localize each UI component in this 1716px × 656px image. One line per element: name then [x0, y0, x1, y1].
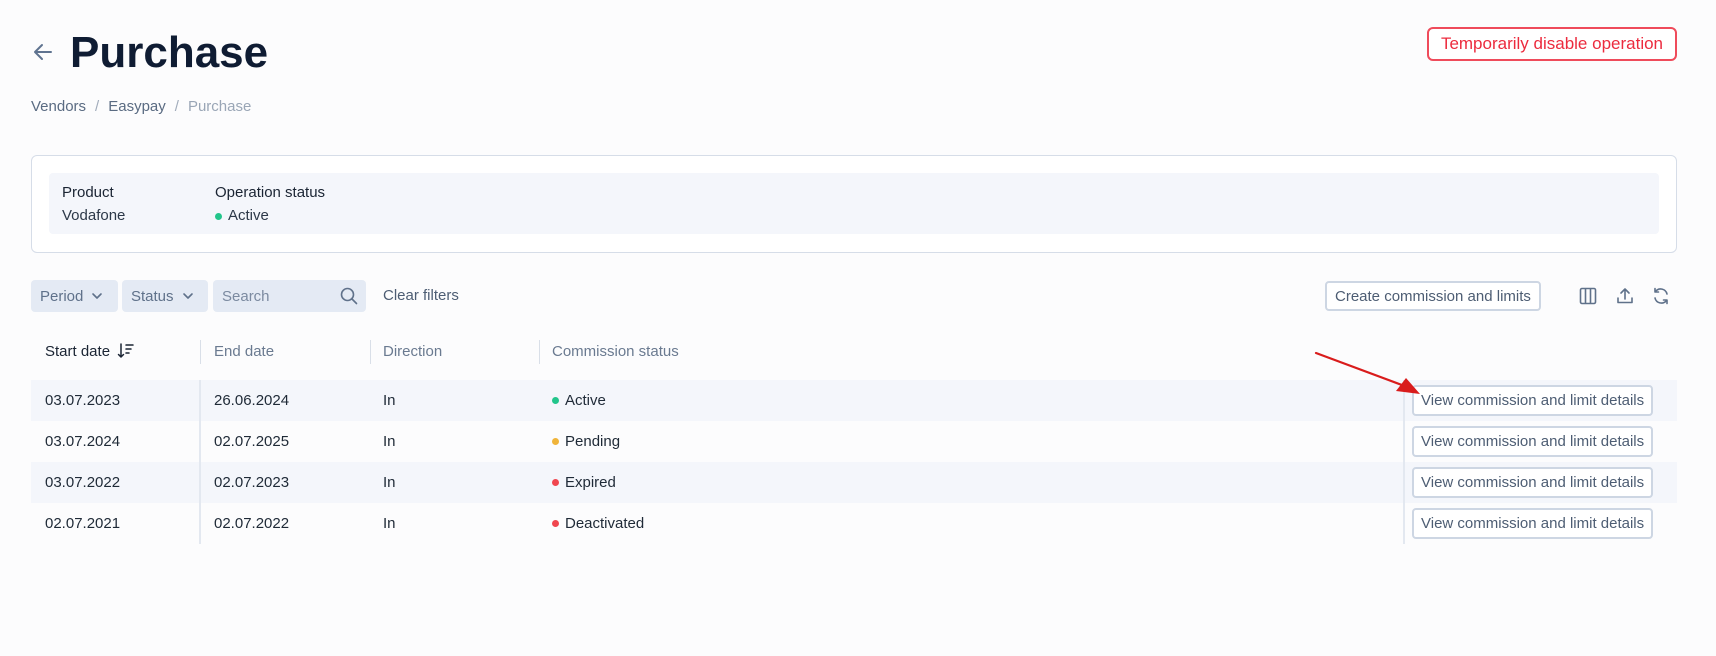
cell-direction: In: [383, 515, 396, 532]
back-button[interactable]: [31, 40, 55, 64]
column-divider: [539, 340, 540, 364]
upload-icon: [1617, 288, 1633, 304]
view-details-button[interactable]: View commission and limit details: [1412, 467, 1654, 498]
columns-icon: [1579, 287, 1597, 305]
filters-bar: Period Status Clear filters Create commi…: [31, 280, 1677, 312]
status-dot-icon: [552, 397, 559, 404]
view-details-button[interactable]: View commission and limit details: [1412, 426, 1654, 457]
temporarily-disable-button[interactable]: Temporarily disable operation: [1426, 27, 1677, 61]
row-divider: [1403, 421, 1405, 462]
cell-commission-status: Active: [552, 380, 606, 421]
column-header-direction[interactable]: Direction: [383, 330, 442, 372]
column-header-label: Start date: [45, 342, 111, 360]
status-filter-label: Status: [131, 287, 174, 305]
chevron-down-icon: [182, 293, 193, 299]
cell-direction: In: [383, 433, 396, 450]
cell-start-date: 03.07.2023: [45, 392, 121, 409]
breadcrumb-item-easypay[interactable]: Easypay: [108, 98, 166, 115]
operation-info-panel: Product Vodafone Operation status Active: [49, 173, 1659, 234]
status-text: Active: [565, 392, 606, 409]
status-dot-icon: [552, 520, 559, 527]
row-divider: [199, 380, 201, 421]
status-text: Expired: [565, 474, 616, 491]
export-button[interactable]: [1615, 286, 1635, 306]
breadcrumb-item-vendors[interactable]: Vendors: [31, 98, 86, 115]
search-button[interactable]: [340, 287, 358, 305]
refresh-button[interactable]: [1651, 286, 1671, 306]
cell-direction: In: [383, 474, 396, 491]
row-divider: [1403, 503, 1405, 544]
cell-start-date: 02.07.2021: [45, 515, 121, 532]
cell-commission-status: Pending: [552, 421, 620, 462]
chevron-down-icon: [92, 293, 103, 299]
column-header-end-date[interactable]: End date: [214, 330, 274, 372]
row-divider: [199, 462, 201, 503]
operation-status-text: Active: [228, 207, 269, 224]
commission-table: Start date End date Direction Commission…: [31, 330, 1677, 544]
column-header-label: Commission status: [552, 342, 679, 360]
create-commission-button[interactable]: Create commission and limits: [1325, 281, 1541, 311]
cell-end-date: 02.07.2025: [214, 433, 290, 450]
status-filter[interactable]: Status: [122, 280, 208, 312]
search-input[interactable]: [213, 280, 346, 312]
product-label: Product: [62, 184, 114, 201]
column-divider: [200, 340, 201, 364]
column-divider: [370, 340, 371, 364]
cell-end-date: 26.06.2024: [214, 392, 290, 409]
arrow-left-icon: [34, 44, 52, 60]
view-details-button[interactable]: View commission and limit details: [1412, 508, 1654, 539]
period-filter[interactable]: Period: [31, 280, 118, 312]
operation-status-info: Operation status Active: [215, 183, 325, 226]
column-header-label: End date: [214, 342, 275, 360]
table-row: 03.07.2023 26.06.2024 In Active View com…: [31, 380, 1677, 421]
breadcrumb-item-purchase: Purchase: [187, 98, 252, 115]
breadcrumb: Vendors / Easypay / Purchase: [31, 98, 251, 115]
cell-start-date: 03.07.2022: [45, 474, 121, 491]
cell-end-date: 02.07.2023: [214, 474, 290, 491]
view-details-button[interactable]: View commission and limit details: [1412, 385, 1654, 416]
sort-descending-icon: [117, 343, 134, 358]
product-value-text: Vodafone: [62, 207, 126, 224]
row-divider: [199, 503, 201, 544]
page-title: Purchase: [70, 28, 269, 77]
row-divider: [1403, 380, 1405, 421]
status-text: Deactivated: [565, 515, 645, 532]
cell-end-date: 02.07.2022: [214, 515, 290, 532]
operation-status-label: Operation status: [215, 184, 326, 201]
status-text: Pending: [565, 433, 621, 450]
row-divider: [1403, 462, 1405, 503]
row-divider: [199, 421, 201, 462]
table-row: 03.07.2024 02.07.2025 In Pending View co…: [31, 421, 1677, 462]
refresh-icon: [1654, 287, 1668, 305]
breadcrumb-separator: /: [95, 98, 100, 115]
operation-info-card: Product Vodafone Operation status Active: [31, 155, 1677, 253]
column-header-commission-status[interactable]: Commission status: [552, 330, 679, 372]
cell-start-date: 03.07.2024: [45, 433, 121, 450]
column-header-label: Direction: [383, 342, 443, 360]
search-icon: [340, 287, 358, 305]
table-row: 03.07.2022 02.07.2023 In Expired View co…: [31, 462, 1677, 503]
search-box: [213, 280, 366, 312]
table-row: 02.07.2021 02.07.2022 In Deactivated Vie…: [31, 503, 1677, 544]
cell-commission-status: Expired: [552, 462, 616, 503]
breadcrumb-separator: /: [174, 98, 179, 115]
product-info: Product Vodafone: [62, 183, 125, 226]
operation-status-value: Active: [215, 206, 325, 226]
period-filter-label: Period: [40, 287, 84, 305]
page-header: Purchase Temporarily disable operation: [31, 26, 1677, 86]
product-value: Vodafone: [62, 206, 125, 226]
columns-button[interactable]: [1578, 286, 1598, 306]
status-dot-icon: [552, 479, 559, 486]
clear-filters-link[interactable]: Clear filters: [383, 287, 459, 304]
cell-direction: In: [383, 392, 396, 409]
status-dot-icon: [215, 212, 222, 220]
column-header-start-date[interactable]: Start date: [45, 330, 135, 372]
cell-commission-status: Deactivated: [552, 503, 644, 544]
table-header: Start date End date Direction Commission…: [31, 330, 1677, 372]
status-dot-icon: [552, 438, 559, 445]
